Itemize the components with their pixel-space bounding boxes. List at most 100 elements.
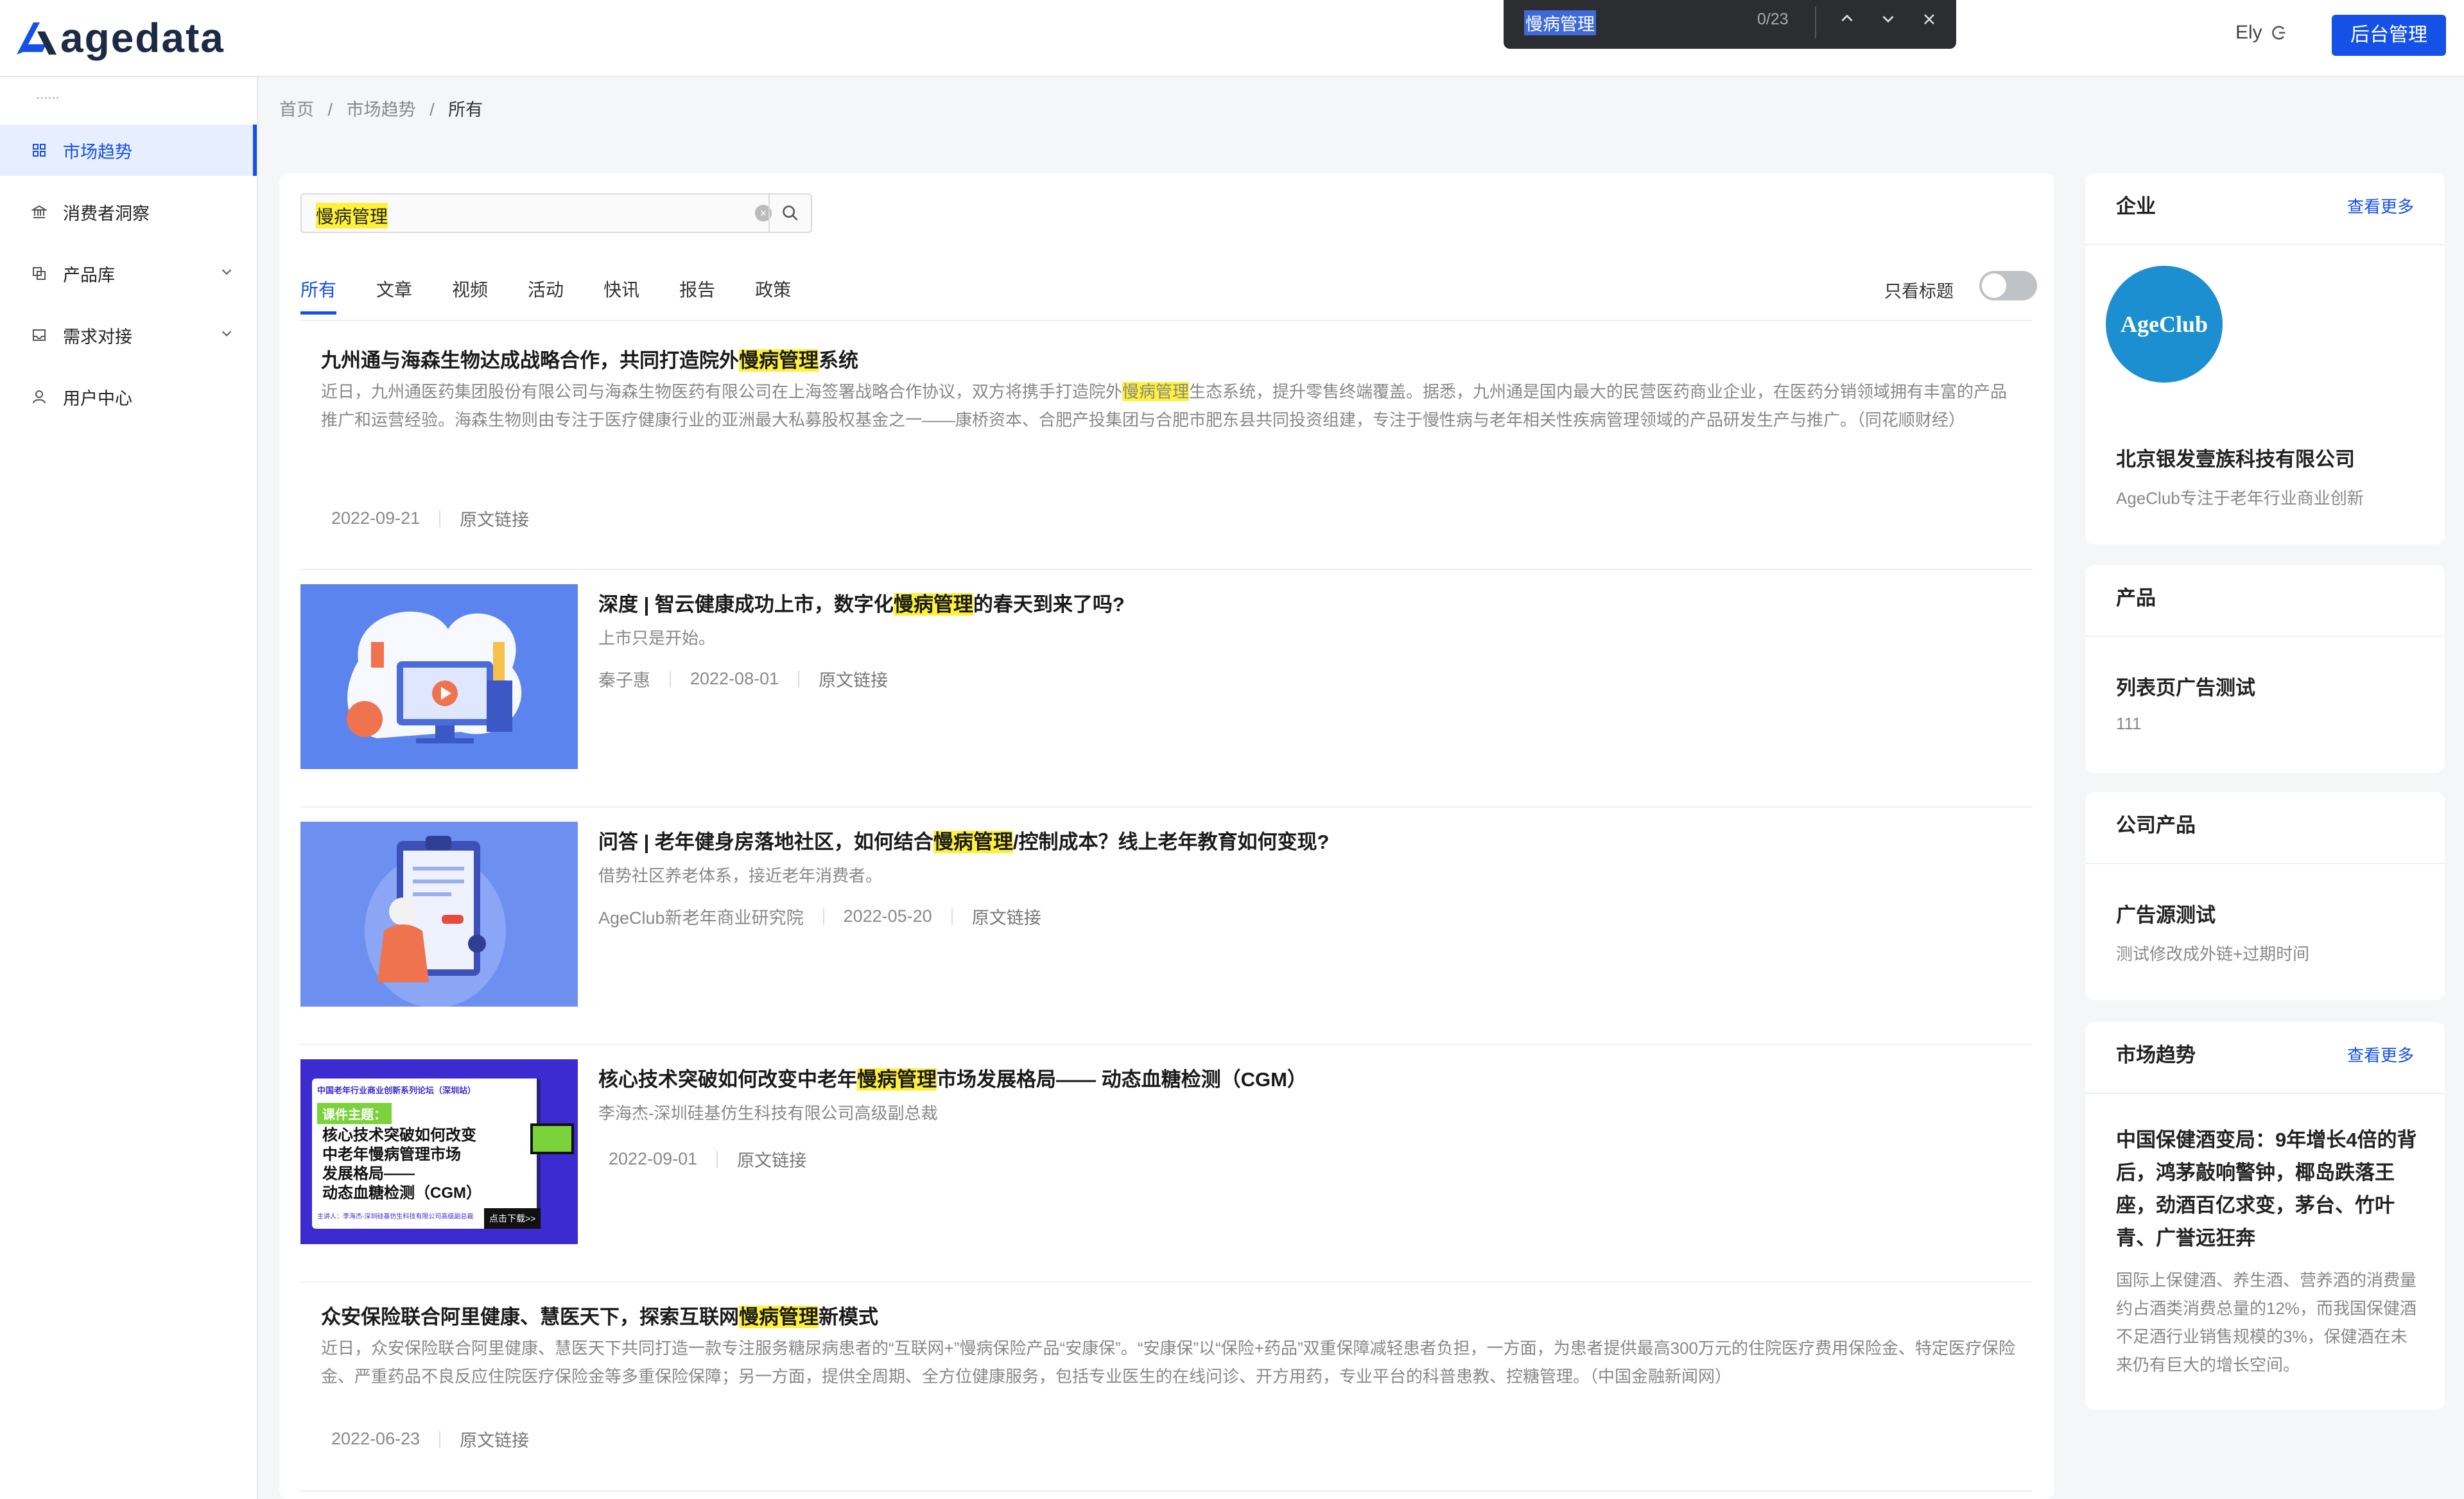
article-title[interactable]: 问答 | 老年健身房落地社区，如何结合慢病管理/控制成本？线上老年教育如何变现? [598, 826, 1329, 854]
list-item[interactable]: 深度 | 智云健康成功上市，数字化慢病管理的春天到来了吗? 上市只是开始。 秦子… [300, 584, 2033, 808]
original-link[interactable]: 原文链接 [737, 1147, 806, 1172]
article-thumbnail[interactable] [300, 822, 578, 1007]
article-thumbnail[interactable]: 中国老年行业商业创新系列论坛（深圳站） 课件主题： 核心技术突破如何改变 中老年… [300, 1059, 578, 1244]
sidebar-item-label: 用户中心 [63, 388, 132, 408]
breadcrumb-current: 所有 [448, 100, 483, 119]
breadcrumb-separator: / [327, 100, 333, 119]
card-divider [2085, 1093, 2445, 1094]
tab-news-flash[interactable]: 快讯 [603, 270, 639, 315]
article-date: 2022-05-20 [843, 906, 932, 926]
agedata-logo[interactable]: agedata [14, 9, 225, 67]
find-count: 0/23 [1757, 10, 1789, 28]
market-trend-card: 市场趋势 查看更多 中国保健酒变局：9年增长4倍的背后，鸿茅敲响警钟，椰岛跌落王… [2085, 1022, 2445, 1410]
top-header: agedata 慢病管理 0/23 Ely 后台管理 [0, 0, 2464, 77]
tab-policies[interactable]: 政策 [755, 270, 791, 315]
original-link[interactable]: 原文链接 [819, 666, 888, 691]
article-date: 2022-09-01 [609, 1149, 698, 1168]
sidebar-item-demand-matching[interactable]: 需求对接 [0, 309, 257, 361]
company-product-card: 公司产品 广告源测试 测试修改成外链+过期时间 [2085, 792, 2445, 1000]
category-tabs: 所有 文章 视频 活动 快讯 报告 政策 [300, 270, 831, 321]
article-meta: 秦子惠 2022-08-01 原文链接 [598, 666, 888, 691]
sidebar-item-market-trends[interactable]: 市场趋势 [0, 125, 257, 176]
user-menu[interactable]: Ely [2235, 22, 2288, 44]
market-trend-card-header: 市场趋势 [2116, 1044, 2196, 1066]
meta-divider [822, 908, 824, 925]
sidebar: ...... 市场趋势 消费者洞察 产品库 需求对接 用户中心 [0, 77, 258, 1499]
article-summary: 借势社区养老体系，接近老年消费者。 [598, 866, 883, 885]
company-product-name[interactable]: 广告源测试 [2116, 899, 2216, 928]
breadcrumb-home[interactable]: 首页 [279, 100, 314, 119]
list-item[interactable]: 众安保险联合阿里健康、慧医天下，探索互联网慢病管理新模式 近日，众安保险联合阿里… [300, 1301, 2033, 1492]
trend-description: 国际上保健酒、养生酒、营养酒的消费量约占酒类消费总量的12%，而我国保健酒不足酒… [2116, 1270, 2417, 1374]
company-name[interactable]: 北京银发壹族科技有限公司 [2116, 443, 2355, 472]
find-query[interactable]: 慢病管理 [1524, 10, 1596, 35]
article-title[interactable]: 九州通与海森生物达成战略合作，共同打造院外慢病管理系统 [321, 344, 858, 373]
company-product-card-header: 公司产品 [2116, 814, 2196, 836]
tab-reports[interactable]: 报告 [679, 270, 715, 315]
company-description: AgeClub专注于老年行业商业创新 [2116, 489, 2364, 508]
article-summary: 李海杰-深圳硅基仿生科技有限公司高级副总裁 [598, 1104, 938, 1123]
tab-articles[interactable]: 文章 [376, 270, 412, 315]
sidebar-item-label: 产品库 [63, 265, 115, 285]
sidebar-collapse-dots[interactable]: ...... [36, 86, 60, 103]
article-date: 2022-09-21 [331, 508, 421, 528]
original-link[interactable]: 原文链接 [972, 904, 1041, 929]
logout-icon[interactable] [2270, 24, 2288, 42]
search-results-panel: 慢病管理 × 所有 文章 视频 活动 快讯 报告 政策 只看标题 九州通与海森生… [279, 173, 2054, 1499]
article-meta: 2022-06-23 原文链接 [331, 1426, 529, 1451]
breadcrumb-section[interactable]: 市场趋势 [347, 100, 416, 119]
breadcrumb-separator: / [429, 100, 435, 119]
article-title[interactable]: 核心技术突破如何改变中老年慢病管理市场发展格局—— 动态血糖检测（CGM） [598, 1063, 1307, 1092]
admin-button[interactable]: 后台管理 [2332, 15, 2446, 56]
article-author: AgeClub新老年商业研究院 [598, 908, 804, 928]
product-card: 产品 列表页广告测试 111 [2085, 565, 2445, 773]
article-thumbnail[interactable] [300, 584, 578, 769]
meta-divider [439, 510, 441, 527]
tab-events[interactable]: 活动 [528, 270, 564, 315]
sidebar-item-label: 消费者洞察 [63, 204, 150, 223]
trend-title[interactable]: 中国保健酒变局：9年增长4倍的背后，鸿茅敲响警钟，椰岛跌落王座，劲酒百亿求变，茅… [2116, 1123, 2418, 1254]
original-link[interactable]: 原文链接 [460, 506, 529, 531]
product-name[interactable]: 列表页广告测试 [2116, 672, 2255, 700]
thumb-top-text: 中国老年行业商业创新系列论坛（深圳站） [317, 1086, 476, 1095]
article-summary: 上市只是开始。 [598, 628, 716, 648]
tab-all[interactable]: 所有 [300, 270, 337, 315]
thumb-tag: 课件主题： [317, 1103, 392, 1124]
meta-divider [439, 1430, 441, 1448]
article-meta: 2022-09-21 原文链接 [331, 506, 529, 531]
sidebar-item-product-library[interactable]: 产品库 [0, 248, 257, 299]
search-icon [783, 205, 798, 221]
copy-icon [30, 264, 49, 283]
original-link[interactable]: 原文链接 [460, 1426, 529, 1451]
meta-divider [951, 908, 953, 925]
toggle-knob [1982, 273, 2006, 298]
thumb-decoration [530, 1123, 574, 1154]
sidebar-item-consumer-insights[interactable]: 消费者洞察 [0, 186, 257, 238]
list-item[interactable]: 中国老年行业商业创新系列论坛（深圳站） 课件主题： 核心技术突破如何改变 中老年… [300, 1059, 2033, 1283]
article-meta: AgeClub新老年商业研究院 2022-05-20 原文链接 [598, 904, 1041, 929]
sidebar-item-user-center[interactable]: 用户中心 [0, 371, 257, 422]
find-next-icon[interactable] [1872, 5, 1904, 37]
title-only-toggle[interactable] [1979, 271, 2037, 300]
sidebar-item-label: 需求对接 [63, 327, 132, 347]
chevron-down-icon [220, 264, 234, 282]
grid-icon [30, 141, 49, 160]
trend-view-more-link[interactable]: 查看更多 [2347, 1043, 2414, 1066]
search-button[interactable] [768, 195, 811, 232]
list-item[interactable]: 九州通与海森生物达成战略合作，共同打造院外慢病管理系统 近日，九州通医药集团股份… [300, 344, 2033, 570]
meta-divider [798, 670, 800, 688]
article-summary: 近日，众安保险联合阿里健康、慧医天下共同打造一款专注服务糖尿病患者的“互联网+”… [321, 1339, 2016, 1386]
search-value[interactable]: 慢病管理 [316, 203, 388, 229]
search-input[interactable]: 慢病管理 × [300, 193, 812, 233]
company-view-more-link[interactable]: 查看更多 [2347, 194, 2414, 218]
article-title[interactable]: 众安保险联合阿里健康、慧医天下，探索互联网慢病管理新模式 [321, 1301, 878, 1330]
thumb-lines: 核心技术突破如何改变 中老年慢病管理市场 发展格局—— 动态血糖检测（CGM） [322, 1127, 482, 1202]
find-close-icon[interactable] [1913, 5, 1945, 37]
list-item[interactable]: 问答 | 老年健身房落地社区，如何结合慢病管理/控制成本？线上老年教育如何变现?… [300, 822, 2033, 1045]
company-logo[interactable]: AgeClub [2106, 266, 2223, 383]
agedata-logo-mark-icon [17, 22, 56, 55]
find-prev-icon[interactable] [1831, 5, 1863, 37]
title-only-label: 只看标题 [1884, 282, 1954, 301]
article-title[interactable]: 深度 | 智云健康成功上市，数字化慢病管理的春天到来了吗? [598, 588, 1125, 617]
tab-videos[interactable]: 视频 [452, 270, 488, 315]
